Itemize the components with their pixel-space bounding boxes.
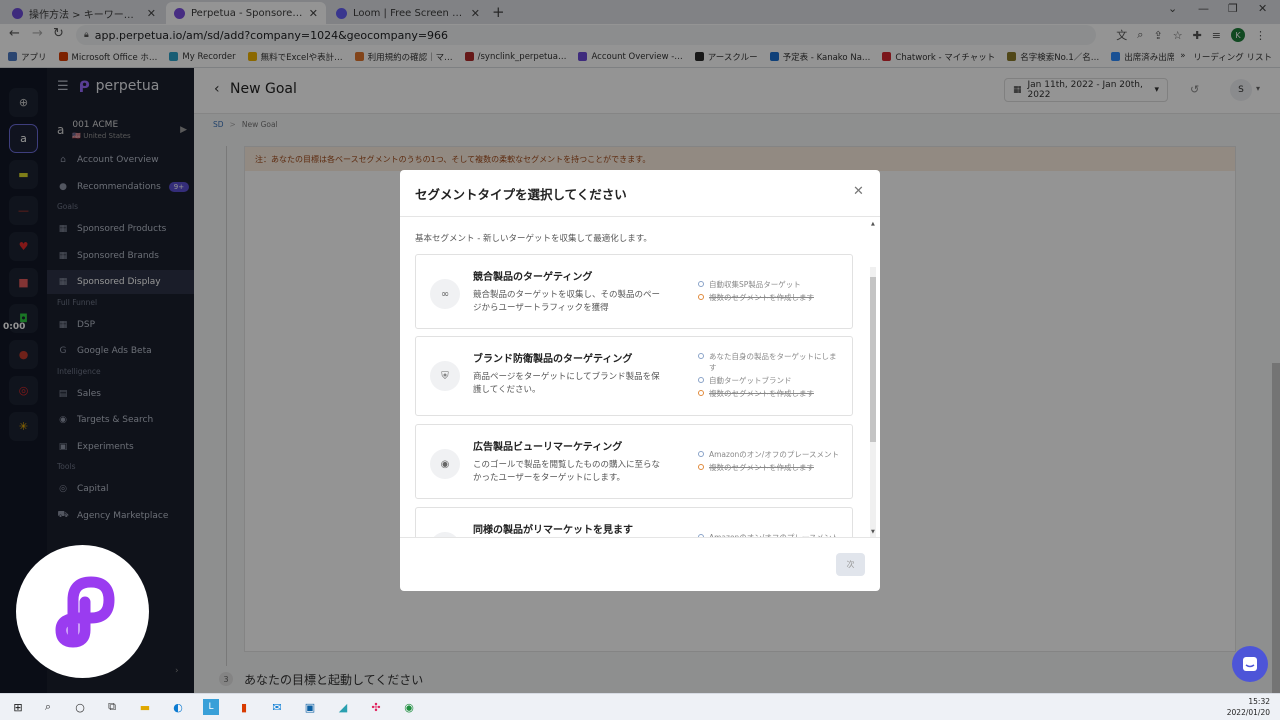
card-title: 同様の製品がリマーケットを見ます [473, 525, 633, 536]
office-icon[interactable]: ▮ [236, 699, 252, 715]
feature-item: 自動ターゲットブランド [698, 375, 843, 386]
card-description: 商品ページをターゲットにしてブランド製品を保護してください。 [473, 372, 660, 395]
app-l-icon[interactable]: L [203, 699, 219, 715]
windows-taskbar: ⊞ ⌕ ○ ⧉ ▬ ◐ L ▮ ✉ ▣ ◢ ✣ ◉ 15:32 2022/01/… [0, 693, 1280, 720]
system-clock[interactable]: 15:32 2022/01/20 [1227, 696, 1270, 718]
warning-dot-icon [698, 464, 704, 470]
card-features: 自動収集SP製品ターゲット複数のセグメントを作成します [698, 279, 843, 305]
app-icon[interactable]: ◢ [335, 699, 351, 715]
mail-icon[interactable]: ✉ [269, 699, 285, 715]
feature-item: 複数のセグメントを作成します [698, 292, 843, 303]
slack-icon[interactable]: ✣ [368, 699, 384, 715]
close-icon[interactable]: ✕ [853, 184, 864, 199]
edge-icon[interactable]: ◐ [170, 699, 186, 715]
store-icon[interactable]: ▣ [302, 699, 318, 715]
card-features: あなた自身の製品をターゲットにします自動ターゲットブランド複数のセグメントを作成… [698, 351, 843, 401]
file-explorer-icon[interactable]: ▬ [137, 699, 153, 715]
modal-body: 基本セグメント - 新しいターゲットを収集して最適化します。 ∞ 競合製品のターゲ… [400, 217, 880, 537]
task-view-icon[interactable]: ⧉ [104, 699, 120, 715]
feature-item: 自動収集SP製品ターゲット [698, 279, 843, 290]
loom-camera-bubble[interactable] [16, 545, 149, 678]
chat-icon [1243, 657, 1257, 671]
modal-scrollbar[interactable] [870, 267, 876, 537]
feature-text: 自動ターゲットブランド [709, 376, 792, 385]
modal-title: セグメントタイプを選択してください [415, 187, 627, 202]
card-description: 競合製品のターゲットを収集し、その製品のページからユーザートラフィックを獲得 [473, 290, 661, 313]
eye-icon: ◉ [430, 449, 460, 479]
segment-option-card[interactable]: ◉ 広告製品ビューリマーケティングこのゴールで製品を閲覧したものの購入に至らなかっ… [415, 424, 853, 499]
feature-text: 複数のセグメントを作成します [709, 463, 814, 472]
scrollbar-thumb[interactable] [870, 277, 876, 442]
search-icon[interactable]: ⌕ [40, 699, 56, 715]
scroll-down-icon[interactable]: ▼ [871, 529, 875, 535]
info-dot-icon [698, 353, 704, 359]
screen: 操作方法 > キーワードブーストの設定 ✕ Perpetua - Sponsor… [0, 0, 1280, 720]
segment-option-card[interactable]: ◉同様の製品がリマーケットを見ますAmazonのオン/オフのプレースメント [415, 507, 853, 537]
info-dot-icon [698, 451, 704, 457]
binoculars-icon: ∞ [430, 279, 460, 309]
segment-option-card[interactable]: ∞ 競合製品のターゲティング競合製品のターゲットを収集し、その製品のページからユー… [415, 254, 853, 329]
divider [400, 537, 880, 538]
feature-item: Amazonのオン/オフのプレースメント [698, 449, 843, 460]
windows-start-icon[interactable]: ⊞ [10, 699, 26, 715]
shield-icon: ⛨ [430, 361, 460, 391]
segment-option-card[interactable]: ⛨ ブランド防衛製品のターゲティング商品ページをターゲットにしてブランド製品を保護… [415, 336, 853, 416]
card-features: Amazonのオン/オフのプレースメント 複数のセグメントを作成します [698, 449, 843, 475]
feature-item: 複数のセグメントを作成します [698, 388, 843, 399]
perpetua-logo-icon [54, 575, 115, 648]
feature-item: あなた自身の製品をターゲットにします [698, 351, 843, 373]
scroll-up-icon[interactable]: ▲ [871, 221, 875, 227]
feature-item: 複数のセグメントを作成します [698, 462, 843, 473]
info-dot-icon [698, 377, 704, 383]
warning-dot-icon [698, 294, 704, 300]
feature-text: 複数のセグメントを作成します [709, 293, 814, 302]
feature-text: あなた自身の製品をターゲットにします [709, 352, 837, 372]
info-dot-icon [698, 281, 704, 287]
warning-dot-icon [698, 390, 704, 396]
next-button[interactable]: 次 [836, 553, 865, 576]
chrome-icon[interactable]: ◉ [401, 699, 417, 715]
feature-text: 自動収集SP製品ターゲット [709, 280, 801, 289]
segment-type-modal: セグメントタイプを選択してください ✕ 基本セグメント - 新しいターゲットを収… [400, 170, 880, 591]
card-title: 広告製品ビューリマーケティング [473, 442, 623, 453]
chat-launcher-button[interactable] [1232, 646, 1268, 682]
card-title: 競合製品のターゲティング [473, 272, 593, 283]
clock-date: 2022/01/20 [1226, 708, 1270, 717]
modal-subtitle: 基本セグメント - 新しいターゲットを収集して最適化します。 [415, 234, 652, 244]
feature-text: Amazonのオン/オフのプレースメント [709, 450, 839, 459]
cortana-icon[interactable]: ○ [72, 699, 88, 715]
feature-text: 複数のセグメントを作成します [709, 389, 814, 398]
card-description: このゴールで製品を閲覧したものの購入に至らなかったユーザーをターゲットにします。 [473, 460, 661, 483]
clock-time: 15:32 [1248, 697, 1270, 706]
card-title: ブランド防衛製品のターゲティング [473, 354, 633, 365]
